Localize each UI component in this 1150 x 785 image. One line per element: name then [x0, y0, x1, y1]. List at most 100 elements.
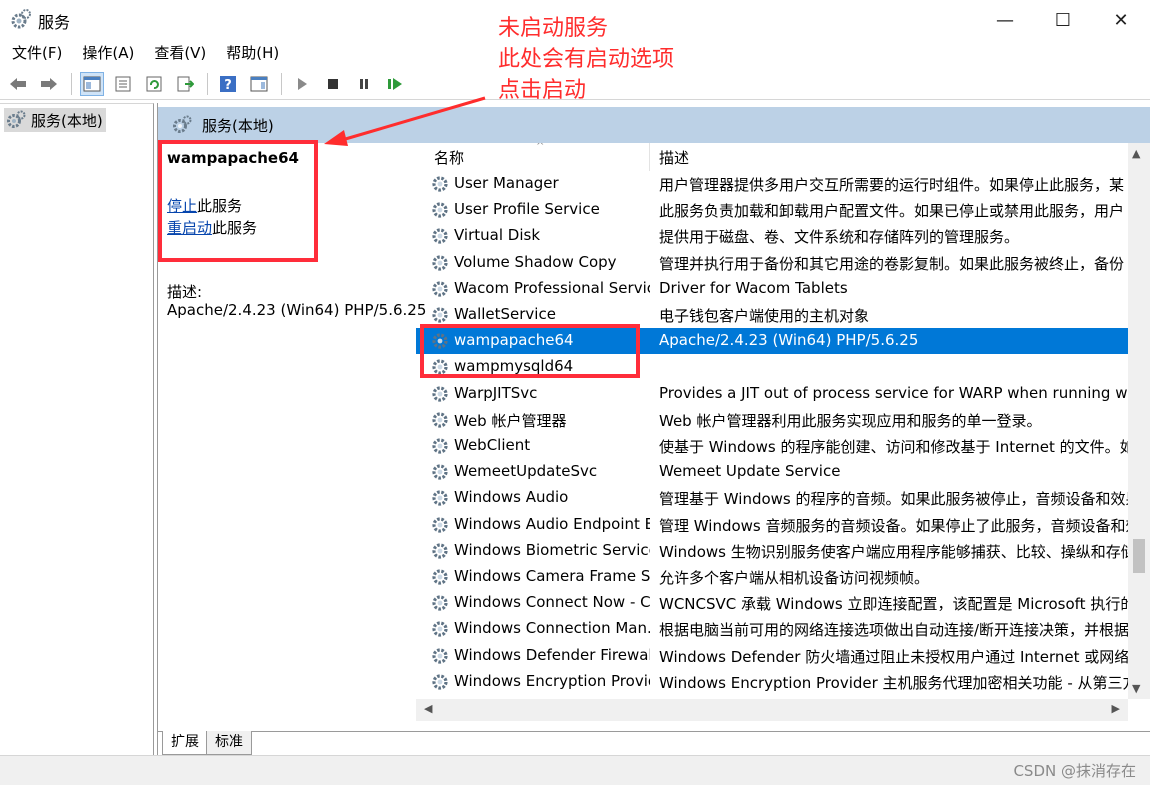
- service-row[interactable]: Windows Camera Frame S... 允许多个客户端从相机设备访问视…: [416, 564, 1128, 590]
- service-gear-icon: [430, 646, 450, 666]
- show-hide-console-tree-icon[interactable]: [80, 71, 104, 96]
- stop-service-icon[interactable]: [321, 72, 345, 96]
- services-gear-icon: [173, 115, 192, 133]
- services-gear-icon: [11, 9, 31, 29]
- service-row[interactable]: Windows Defender Firewall Windows Defende…: [416, 643, 1129, 669]
- annotation-arrow-icon: [324, 96, 486, 146]
- services-list: ^ 名称 描述 User Manager 用户管理器提供多用户交互所需要的运行时组…: [416, 143, 1150, 733]
- service-row[interactable]: Windows Biometric Service Windows 生物识别服务使…: [416, 538, 1129, 564]
- tree-item-label: 服务(本地): [31, 111, 103, 130]
- scroll-up-icon[interactable]: ▲: [1132, 147, 1140, 160]
- vertical-scrollbar[interactable]: ▲ ▼: [1128, 143, 1150, 699]
- description-label: 描述:: [167, 283, 203, 301]
- column-separator[interactable]: [649, 143, 650, 171]
- service-description: 根据电脑当前可用的网络连接选项做出自动连接/断开连接决策，并根据: [659, 621, 1129, 640]
- description-text: Apache/2.4.23 (Win64) PHP/5.6.25: [167, 301, 427, 319]
- service-row[interactable]: WebClient 使基于 Windows 的程序能创建、访问和修改基于 Inte…: [416, 433, 1129, 459]
- menu-help[interactable]: 帮助(H): [226, 40, 279, 66]
- pause-service-icon[interactable]: [352, 72, 376, 96]
- watermark: CSDN @抹消存在: [1013, 762, 1136, 780]
- tree-item-services-local[interactable]: 服务(本地): [4, 108, 106, 132]
- service-row[interactable]: Wacom Professional Service Driver for Wac…: [416, 276, 1128, 302]
- service-gear-icon: [430, 567, 450, 587]
- service-name: Windows Defender Firewall: [454, 645, 650, 664]
- service-description: Windows Encryption Provider 主机服务代理加密相关功能…: [659, 673, 1129, 692]
- scroll-down-icon[interactable]: ▼: [1132, 682, 1140, 695]
- scroll-right-icon[interactable]: ▶: [1112, 702, 1120, 715]
- service-description: 电子钱包客户端使用的主机对象: [659, 307, 870, 325]
- service-name: Volume Shadow Copy: [454, 252, 617, 271]
- properties-icon[interactable]: [111, 72, 135, 96]
- help-icon[interactable]: ?: [216, 72, 240, 96]
- service-name: Windows Connection Man...: [454, 619, 650, 638]
- annotation-box-services: [420, 324, 640, 378]
- service-name: Web 帐户管理器: [454, 411, 567, 430]
- service-name: User Profile Service: [454, 200, 600, 219]
- service-row[interactable]: WemeetUpdateSvc Wemeet Update Service: [416, 459, 1128, 485]
- service-name: Wacom Professional Service: [454, 278, 650, 297]
- service-name: Windows Biometric Service: [454, 540, 650, 559]
- scroll-left-icon[interactable]: ◀: [424, 702, 432, 715]
- horizontal-scrollbar[interactable]: ◀ ▶: [416, 699, 1128, 721]
- service-row[interactable]: Windows Audio Endpoint B... 管理 Windows 音频…: [416, 512, 1129, 538]
- console-tree: 服务(本地): [0, 103, 154, 755]
- toolbar-separator: [207, 72, 208, 95]
- service-row[interactable]: Windows Encryption Provid... Windows Encr…: [416, 669, 1129, 695]
- service-description: Web 帐户管理器利用此服务实现应用和服务的单一登录。: [659, 411, 1042, 430]
- service-name: Windows Connect Now - C...: [454, 593, 650, 612]
- service-description: 管理并执行用于备份和其它用途的卷影复制。如果此服务被终止，备份: [659, 254, 1125, 273]
- tab-standard[interactable]: 标准: [206, 731, 252, 755]
- service-name: Windows Camera Frame S...: [454, 567, 650, 585]
- menu-file[interactable]: 文件(F): [12, 40, 62, 66]
- service-name: Windows Audio Endpoint B...: [454, 514, 650, 533]
- service-row[interactable]: Virtual Disk 提供用于磁盘、卷、文件系统和存储阵列的管理服务。: [416, 223, 1128, 249]
- service-row[interactable]: Web 帐户管理器 Web 帐户管理器利用此服务实现应用和服务的单一登录。: [416, 407, 1128, 433]
- service-description: Driver for Wacom Tablets: [659, 278, 848, 297]
- minimize-button[interactable]: —: [976, 0, 1034, 40]
- service-gear-icon: [430, 462, 450, 482]
- maximize-button[interactable]: ☐: [1034, 0, 1092, 40]
- service-row[interactable]: WarpJITSvc Provides a JIT out of process …: [416, 381, 1129, 407]
- service-row[interactable]: User Manager 用户管理器提供多用户交互所需要的运行时组件。如果停止此服…: [416, 171, 1128, 197]
- service-row[interactable]: Volume Shadow Copy 管理并执行用于备份和其它用途的卷影复制。如果…: [416, 250, 1128, 276]
- restart-service-icon[interactable]: [383, 72, 407, 96]
- service-description: Windows 生物识别服务使客户端应用程序能够捕获、比较、操纵和存储: [659, 542, 1129, 561]
- service-name: WemeetUpdateSvc: [454, 462, 598, 481]
- service-name: Windows Encryption Provid...: [454, 671, 650, 690]
- service-name: Windows Audio: [454, 488, 569, 507]
- service-gear-icon: [430, 619, 450, 639]
- show-action-pane-icon[interactable]: [247, 72, 271, 96]
- service-row[interactable]: Windows Connection Man... 根据电脑当前可用的网络连接选项…: [416, 616, 1129, 642]
- service-gear-icon: [430, 410, 450, 430]
- refresh-icon[interactable]: [142, 72, 166, 96]
- menu-view[interactable]: 查看(V): [154, 40, 206, 66]
- column-header-description[interactable]: 描述: [659, 147, 689, 168]
- service-description: 管理基于 Windows 的程序的音频。如果此服务被停止，音频设备和效果: [659, 490, 1129, 509]
- service-name: WebClient: [454, 436, 531, 454]
- service-name: Virtual Disk: [454, 226, 541, 245]
- service-row[interactable]: User Profile Service 此服务负责加载和卸载用户配置文件。如果已…: [416, 197, 1128, 223]
- forward-icon[interactable]: [37, 72, 61, 96]
- start-service-icon[interactable]: [290, 72, 314, 96]
- view-tabs: 扩展 标准: [158, 731, 1150, 755]
- service-name: WalletService: [454, 305, 556, 323]
- service-gear-icon: [430, 436, 450, 456]
- export-list-icon[interactable]: [173, 72, 197, 96]
- service-description: 允许多个客户端从相机设备访问视频帧。: [659, 569, 930, 587]
- service-gear-icon: [430, 174, 450, 194]
- service-description: 提供用于磁盘、卷、文件系统和存储阵列的管理服务。: [659, 228, 1020, 247]
- service-row[interactable]: Windows Audio 管理基于 Windows 的程序的音频。如果此服务被停…: [416, 485, 1129, 511]
- back-icon[interactable]: [6, 72, 30, 96]
- close-button[interactable]: ✕: [1092, 0, 1150, 40]
- toolbar-separator: [281, 72, 282, 95]
- service-description: WCNCSVC 承载 Windows 立即连接配置，该配置是 Microsoft…: [659, 595, 1129, 614]
- menu-action[interactable]: 操作(A): [82, 40, 134, 66]
- service-description: Windows Defender 防火墙通过阻止未授权用户通过 Internet…: [659, 647, 1129, 666]
- service-gear-icon: [430, 253, 450, 273]
- service-gear-icon: [430, 226, 450, 246]
- service-row[interactable]: Windows Connect Now - C... WCNCSVC 承载 Win…: [416, 590, 1129, 616]
- scrollbar-thumb[interactable]: [1133, 539, 1145, 573]
- service-gear-icon: [430, 515, 450, 535]
- service-name: WarpJITSvc: [454, 383, 538, 402]
- tab-extended[interactable]: 扩展: [162, 731, 208, 755]
